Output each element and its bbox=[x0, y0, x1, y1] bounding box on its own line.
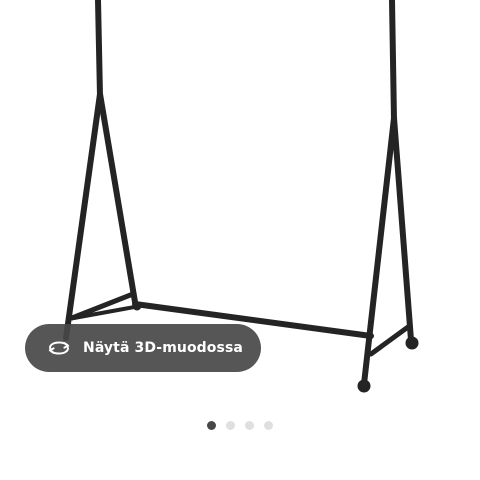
rotate-360-icon bbox=[45, 338, 73, 358]
pager-dot-1[interactable] bbox=[207, 420, 216, 430]
pager-dot-2[interactable] bbox=[226, 420, 235, 430]
pager-dot-4[interactable] bbox=[264, 420, 273, 430]
view-in-3d-button[interactable]: Näytä 3D-muodossa bbox=[25, 324, 261, 372]
image-pager bbox=[0, 419, 480, 431]
view-in-3d-label: Näytä 3D-muodossa bbox=[83, 340, 243, 356]
pager-dot-3[interactable] bbox=[245, 420, 254, 430]
product-image-viewer: Näytä 3D-muodossa bbox=[0, 0, 480, 480]
